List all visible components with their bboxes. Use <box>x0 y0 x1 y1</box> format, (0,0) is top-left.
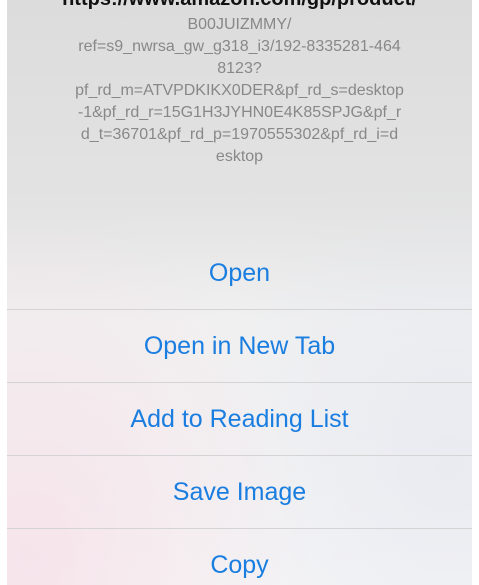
url-line: 8123? <box>217 60 262 77</box>
url-header-cut: https://www.amazon.com/gp/product/ <box>7 0 472 11</box>
add-to-reading-list-button[interactable]: Add to Reading List <box>7 383 472 456</box>
action-sheet: https://www.amazon.com/gp/product/ B00JU… <box>7 0 472 585</box>
url-line: ref=s9_nwrsa_gw_g318_i3/192-8335281-464 <box>78 38 401 55</box>
link-url-text: B00JUIZMMY/ ref=s9_nwrsa_gw_g318_i3/192-… <box>7 14 472 232</box>
copy-button[interactable]: Copy <box>7 529 472 585</box>
action-list: Open Open in New Tab Add to Reading List… <box>7 238 472 585</box>
url-line: esktop <box>215 148 264 165</box>
save-image-button[interactable]: Save Image <box>7 456 472 529</box>
url-line: d_t=36701&pf_rd_p=1970555302&pf_rd_i=d <box>80 126 399 143</box>
url-line: -1&pf_rd_r=15G1H3JYHN0E4K85SPJG&pf_r <box>77 104 402 121</box>
url-line: B00JUIZMMY/ <box>187 16 292 33</box>
url-line: pf_rd_m=ATVPDKIKX0DER&pf_rd_s=desktop <box>75 82 404 99</box>
open-in-new-tab-button[interactable]: Open in New Tab <box>7 310 472 383</box>
open-button[interactable]: Open <box>7 238 472 310</box>
